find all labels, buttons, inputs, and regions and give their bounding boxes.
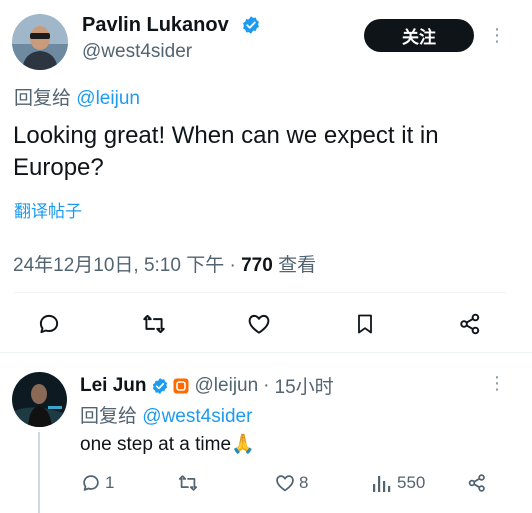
reply-author-handle[interactable]: @leijun	[195, 375, 259, 397]
divider-top	[14, 292, 506, 293]
reply-header: Lei Jun @leijun · 15小时	[80, 372, 334, 399]
views-label: 查看	[278, 255, 317, 276]
reply-views-button[interactable]: 550	[372, 470, 425, 496]
share-button[interactable]	[454, 308, 486, 340]
view-count: 550	[397, 473, 426, 492]
reply-time[interactable]: 15小时	[275, 372, 334, 399]
share-icon	[460, 313, 480, 335]
retweet-icon	[143, 314, 165, 334]
divider-bottom	[0, 352, 532, 353]
retweet-icon	[178, 475, 198, 491]
share-icon	[468, 474, 485, 492]
tweet-meta: 24年12月10日, 5:10 下午 · 770 查看	[13, 250, 316, 277]
brand-affiliation-icon	[173, 378, 189, 394]
tweet-text-line-1: Looking great! When can we expect it in	[13, 122, 439, 149]
like-count: 8	[299, 473, 309, 492]
reply-thread-line	[38, 432, 40, 513]
reply-prefix-2: 回复给	[80, 406, 138, 427]
timestamp[interactable]: 24年12月10日, 5:10 下午	[13, 255, 224, 276]
avatar-pavlin[interactable]	[12, 14, 68, 70]
analytics-bar-icon	[373, 476, 391, 492]
reply-icon	[39, 314, 59, 334]
reply-to-link[interactable]: @leijun	[76, 88, 140, 109]
reply-share-button[interactable]	[466, 470, 488, 496]
reply-count: 1	[105, 473, 115, 492]
more-options-icon[interactable]: ⋮	[488, 26, 506, 44]
author-name[interactable]: Pavlin Lukanov	[82, 14, 229, 37]
heart-icon	[276, 475, 294, 492]
tweet-text: Looking great! When can we expect it in …	[13, 120, 523, 184]
meta-separator: ·	[229, 255, 236, 276]
translate-post-link[interactable]: 翻译帖子	[14, 197, 82, 222]
reply-to-link-2[interactable]: @west4sider	[142, 406, 252, 427]
reply-context-2: 回复给 @west4sider	[80, 401, 252, 428]
reply-text: one step at a time🙏	[80, 432, 255, 456]
tweet-text-line-2: Europe?	[13, 154, 104, 181]
avatar-leijun[interactable]	[12, 372, 67, 427]
author-handle[interactable]: @west4sider	[82, 41, 192, 63]
reply-button[interactable]	[33, 308, 65, 340]
follow-button[interactable]: 关注	[364, 19, 474, 52]
praying-hands-emoji: 🙏	[231, 434, 255, 455]
reply-like-button[interactable]: 8	[274, 470, 308, 496]
bookmark-icon	[358, 314, 372, 334]
verified-badge-icon	[241, 15, 261, 35]
like-button[interactable]	[243, 308, 275, 340]
reply-reply-button[interactable]: 1	[80, 470, 114, 496]
reply-author-name[interactable]: Lei Jun	[80, 375, 147, 397]
retweet-button[interactable]	[138, 308, 170, 340]
views-count: 770	[241, 255, 273, 276]
bookmark-button[interactable]	[349, 308, 381, 340]
reply-icon	[83, 475, 99, 491]
reply-prefix: 回复给	[14, 88, 72, 109]
heart-icon	[248, 314, 270, 334]
reply-retweet-button[interactable]	[176, 470, 200, 496]
reply-text-body: one step at a time	[80, 434, 232, 455]
reply-context: 回复给 @leijun	[14, 83, 140, 110]
reply-more-options-icon[interactable]: ⋮	[488, 374, 506, 392]
reply-separator: ·	[263, 374, 270, 396]
verified-badge-icon	[151, 377, 169, 395]
